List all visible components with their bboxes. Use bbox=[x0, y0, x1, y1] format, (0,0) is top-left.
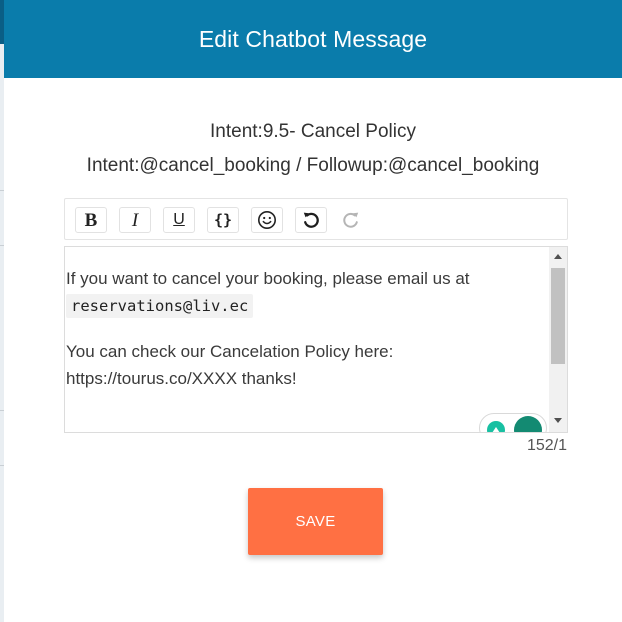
editor-content[interactable]: If you want to cancel your booking, plea… bbox=[65, 247, 547, 432]
emoji-button[interactable] bbox=[251, 207, 283, 233]
editor-toolbar: B I U {} bbox=[64, 198, 568, 240]
undo-button[interactable] bbox=[295, 207, 327, 233]
email-code: reservations@liv.ec bbox=[66, 294, 254, 318]
message-paragraph: If you want to cancel your booking, plea… bbox=[66, 265, 547, 319]
dialog-header: Edit Chatbot Message bbox=[4, 0, 622, 78]
intent-label: Intent:9.5- Cancel Policy bbox=[210, 121, 416, 142]
editor-scrollbar[interactable] bbox=[549, 247, 567, 432]
save-button[interactable]: SAVE bbox=[248, 488, 383, 555]
dialog-title: Edit Chatbot Message bbox=[198, 25, 428, 52]
code-button[interactable]: {} bbox=[207, 207, 239, 233]
character-counter: 152/1 bbox=[526, 437, 567, 454]
bold-button[interactable]: B bbox=[75, 207, 107, 233]
scroll-up-icon[interactable] bbox=[554, 254, 562, 259]
undo-icon bbox=[303, 212, 319, 228]
scroll-down-icon[interactable] bbox=[554, 418, 562, 423]
scroll-thumb[interactable] bbox=[551, 268, 565, 364]
redo-icon bbox=[343, 212, 359, 228]
policy-link-text: https://tourus.co/XXXX thanks! bbox=[66, 369, 297, 388]
paragraph-text: You can check our Cancelation Policy her… bbox=[66, 342, 394, 361]
grammar-assistant-widget[interactable] bbox=[479, 413, 547, 432]
emoji-icon bbox=[258, 211, 276, 229]
paragraph-text: If you want to cancel your booking, plea… bbox=[66, 269, 470, 288]
italic-icon: I bbox=[131, 209, 139, 231]
italic-button[interactable]: I bbox=[119, 207, 151, 233]
edit-message-dialog: Edit Chatbot Message Intent:9.5- Cancel … bbox=[4, 0, 622, 622]
followup-label: Intent:@cancel_booking / Followup:@cance… bbox=[86, 155, 540, 176]
code-braces-icon: {} bbox=[213, 210, 233, 229]
grammar-up-icon[interactable] bbox=[487, 421, 505, 432]
bold-icon: B bbox=[84, 209, 98, 231]
underline-button[interactable]: U bbox=[163, 207, 195, 233]
grammar-logo-icon[interactable] bbox=[514, 416, 542, 432]
redo-button[interactable] bbox=[335, 207, 367, 233]
message-editor[interactable]: If you want to cancel your booking, plea… bbox=[64, 246, 568, 433]
message-paragraph: You can check our Cancelation Policy her… bbox=[66, 338, 547, 392]
underline-icon: U bbox=[173, 211, 185, 228]
